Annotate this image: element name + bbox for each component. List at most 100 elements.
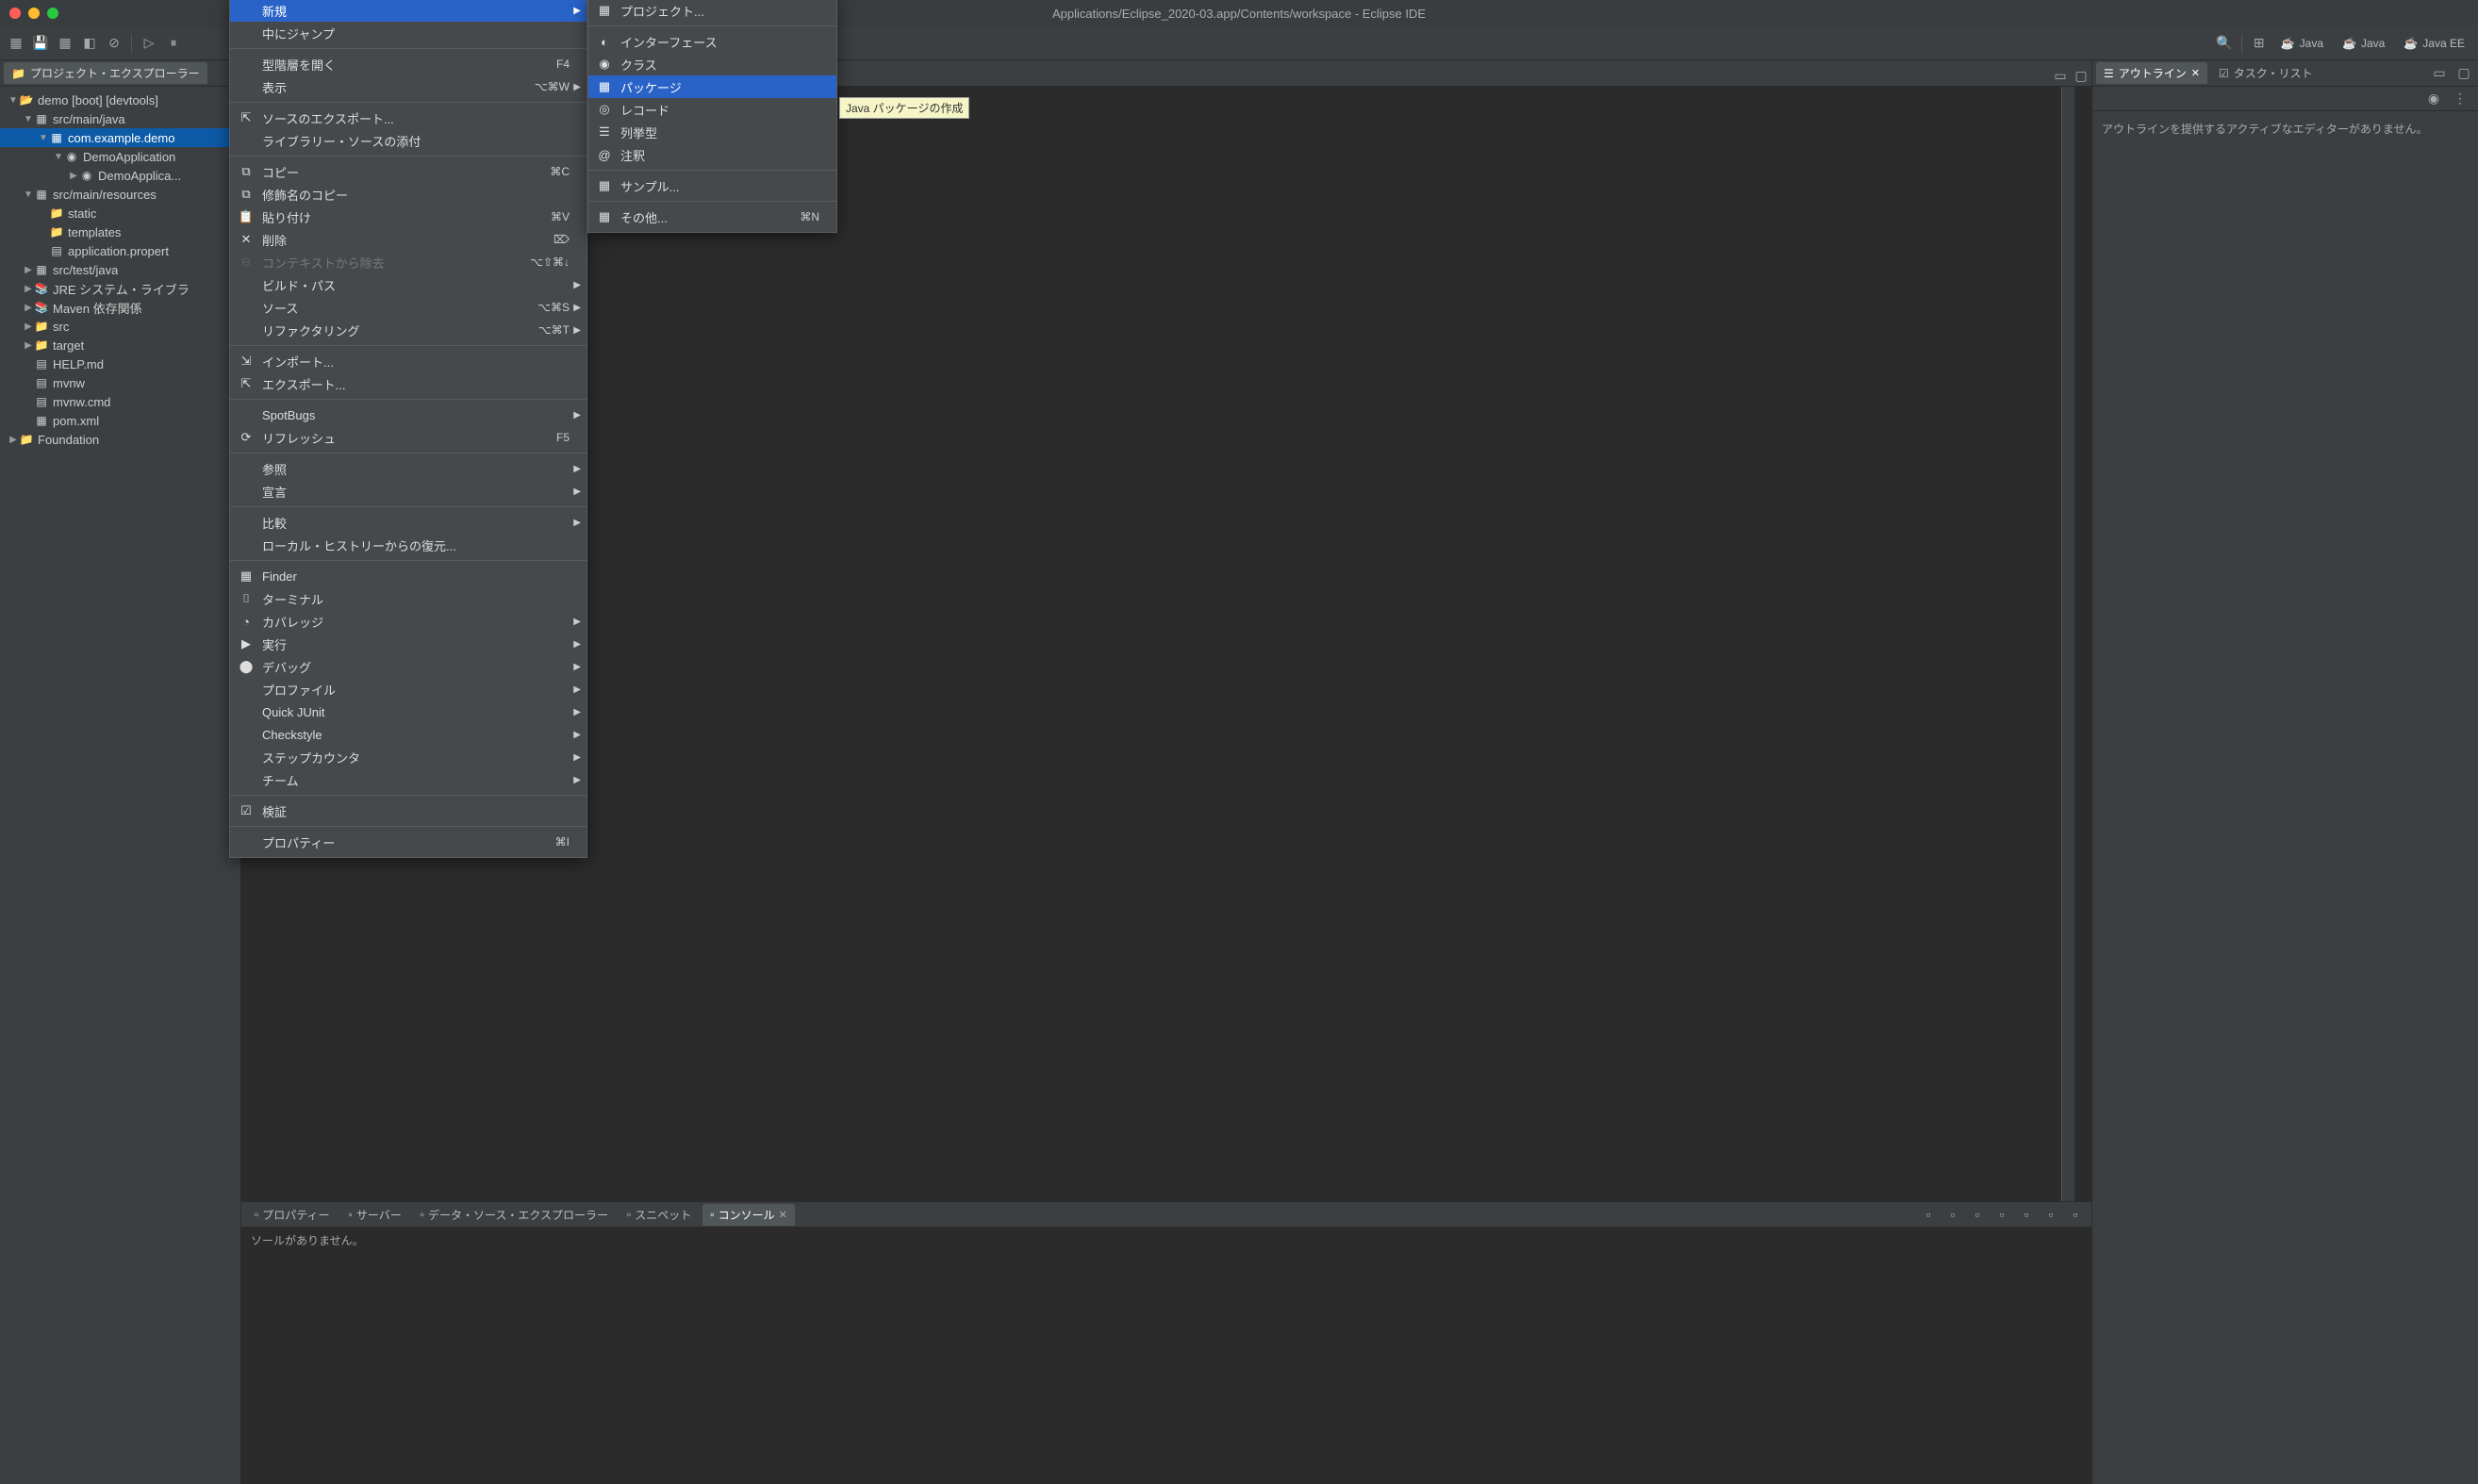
tree-arrow-icon[interactable]: ▶	[23, 284, 34, 294]
tree-row[interactable]: ▤HELP.md	[0, 355, 240, 373]
menu-item[interactable]: 表示⌥⌘W▶	[230, 75, 586, 98]
menu-item[interactable]: 比較▶	[230, 511, 586, 534]
menu-item[interactable]: ソース⌥⌘S▶	[230, 296, 586, 319]
menu-item[interactable]: 新規▶	[230, 0, 586, 22]
maximize-icon[interactable]: ▢	[2453, 63, 2474, 84]
maximize-window-button[interactable]	[47, 8, 58, 19]
save-icon[interactable]: 💾	[30, 33, 51, 54]
menu-item[interactable]: ▦サンプル...	[588, 174, 836, 197]
tree-row[interactable]: ▶📁Foundation	[0, 430, 240, 449]
tasks-tab[interactable]: ☑ タスク・リスト	[2211, 62, 2321, 84]
menu-item[interactable]: 参照▶	[230, 457, 586, 480]
menu-item[interactable]: 型階層を開くF4	[230, 53, 586, 75]
menu-item[interactable]: ビルド・パス▶	[230, 273, 586, 296]
tree-row[interactable]: ▶◉DemoApplica...	[0, 166, 240, 185]
tree-row[interactable]: ▼▦src/main/resources	[0, 185, 240, 204]
tree-row[interactable]: ▼▦src/main/java	[0, 109, 240, 128]
menu-item[interactable]: ▦Finder	[230, 565, 586, 587]
close-icon[interactable]: ✕	[779, 1209, 787, 1221]
tree-row[interactable]: ▶📚JRE システム・ライブラ	[0, 279, 240, 298]
perspective-java-2[interactable]: ☕Java	[2335, 35, 2392, 52]
tree-arrow-icon[interactable]: ▶	[23, 340, 34, 351]
tree-arrow-icon[interactable]: ▶	[23, 322, 34, 332]
minimize-icon[interactable]: ▭	[2429, 63, 2450, 84]
perspective-java[interactable]: ☕Java	[2273, 35, 2331, 52]
menu-item[interactable]: ◎レコード	[588, 98, 836, 121]
overview-ruler[interactable]	[2061, 87, 2074, 1201]
menu-item[interactable]: ✕削除⌦	[230, 228, 586, 251]
menu-item[interactable]: リファクタリング⌥⌘T▶	[230, 319, 586, 341]
menu-item[interactable]: ⇲インポート...	[230, 350, 586, 372]
block-icon[interactable]: ⊘	[104, 33, 124, 54]
menu-item[interactable]: @注釈	[588, 143, 836, 166]
menu-item[interactable]: ◉クラス	[588, 53, 836, 75]
tree-arrow-icon[interactable]: ▼	[23, 114, 34, 124]
menu-item[interactable]: ライブラリー・ソースの添付	[230, 129, 586, 152]
pause-icon[interactable]: ⏸	[163, 33, 184, 54]
tree-row[interactable]: ▼📂demo [boot] [devtools]	[0, 91, 240, 109]
menu-item[interactable]: ⇱ソースのエクスポート...	[230, 107, 586, 129]
menu-item[interactable]: Checkstyle▶	[230, 723, 586, 746]
tree-arrow-icon[interactable]: ▶	[23, 265, 34, 275]
lock-icon[interactable]: ▫	[2016, 1204, 2037, 1225]
tree-arrow-icon[interactable]: ▼	[8, 95, 19, 106]
bottom-tab-snippet[interactable]: ▫スニペット	[620, 1204, 699, 1226]
tree-row[interactable]: ▶📚Maven 依存関係	[0, 298, 240, 317]
tree-row[interactable]: ▤mvnw	[0, 373, 240, 392]
close-window-button[interactable]	[9, 8, 21, 19]
tree-arrow-icon[interactable]: ▶	[8, 435, 19, 445]
tree-row[interactable]: ▤mvnw.cmd	[0, 392, 240, 411]
tree-row[interactable]: 📁templates	[0, 223, 240, 241]
menu-item[interactable]: ▦その他...⌘N	[588, 206, 836, 228]
menu-item[interactable]: ⟳リフレッシュF5	[230, 426, 586, 449]
menu-item[interactable]: ⌷ターミナル	[230, 587, 586, 610]
search-icon[interactable]: 🔍	[2214, 33, 2235, 54]
tree-arrow-icon[interactable]: ▼	[38, 133, 49, 143]
close-icon[interactable]: ✕	[2191, 67, 2200, 79]
outline-tab[interactable]: ☰ アウトライン ✕	[2096, 62, 2207, 84]
minimize-window-button[interactable]	[28, 8, 40, 19]
bottom-tab-props[interactable]: ▫プロパティー	[247, 1204, 338, 1226]
menu-item[interactable]: ⇱エクスポート...	[230, 372, 586, 395]
perspective-open-icon[interactable]: ⊞	[2249, 33, 2270, 54]
menu-item[interactable]: ⧉コピー⌘C	[230, 160, 586, 183]
maximize-icon[interactable]: ▫	[2065, 1204, 2086, 1225]
menu-item[interactable]: ☑検証	[230, 800, 586, 822]
resume-icon[interactable]: ▷	[139, 33, 159, 54]
open-console-icon[interactable]: ▫	[1967, 1204, 1988, 1225]
tree-row[interactable]: ▶▦src/test/java	[0, 260, 240, 279]
menu-item[interactable]: ▦プロジェクト...	[588, 0, 836, 22]
menu-item[interactable]: ◔カバレッジ▶	[230, 610, 586, 633]
tree-arrow-icon[interactable]: ▼	[23, 190, 34, 200]
menu-item[interactable]: 中にジャンプ	[230, 22, 586, 44]
minimize-icon[interactable]: ▫	[2040, 1204, 2061, 1225]
menu-item[interactable]: ステップカウンタ▶	[230, 746, 586, 768]
tree-row[interactable]: 📁static	[0, 204, 240, 223]
menu-item[interactable]: ▶実行▶	[230, 633, 586, 655]
project-tree[interactable]: ▼📂demo [boot] [devtools]▼▦src/main/java▼…	[0, 87, 240, 453]
bottom-tab-console[interactable]: ▫コンソール✕	[702, 1204, 795, 1226]
tree-row[interactable]: ▶📁src	[0, 317, 240, 336]
tree-row[interactable]: ▶📁target	[0, 336, 240, 355]
tree-row[interactable]: ▦pom.xml	[0, 411, 240, 430]
tree-arrow-icon[interactable]: ▶	[23, 303, 34, 313]
menu-item[interactable]: Quick JUnit▶	[230, 701, 586, 723]
tree-arrow-icon[interactable]: ▶	[68, 171, 79, 181]
bottom-tab-server[interactable]: ▫サーバー	[341, 1204, 409, 1226]
menu-item[interactable]: ◐インターフェース	[588, 30, 836, 53]
menu-item[interactable]: ⧉修飾名のコピー	[230, 183, 586, 206]
toggle-icon[interactable]: ◧	[79, 33, 100, 54]
menu-item[interactable]: ☰列挙型	[588, 121, 836, 143]
menu-item[interactable]: 宣言▶	[230, 480, 586, 503]
project-explorer-tab[interactable]: 📁 プロジェクト・エクスプローラー	[4, 62, 207, 84]
maximize-view-icon[interactable]: ▢	[2071, 65, 2091, 86]
menu-item[interactable]: チーム▶	[230, 768, 586, 791]
context-menu[interactable]: 新規▶中にジャンプ型階層を開くF4表示⌥⌘W▶ ⇱ソースのエクスポート...ライブ…	[229, 0, 587, 858]
perspective-javaee[interactable]: ☕Java EE	[2396, 35, 2472, 52]
minimize-view-icon[interactable]: ▭	[2050, 65, 2071, 86]
tree-row[interactable]: ▼◉DemoApplication	[0, 147, 240, 166]
menu-item[interactable]: プロパティー⌘I	[230, 831, 586, 853]
display-icon[interactable]: ▫	[1942, 1204, 1963, 1225]
menu-item[interactable]: ローカル・ヒストリーからの復元...	[230, 534, 586, 556]
menu-icon[interactable]: ⋮	[2450, 89, 2470, 109]
